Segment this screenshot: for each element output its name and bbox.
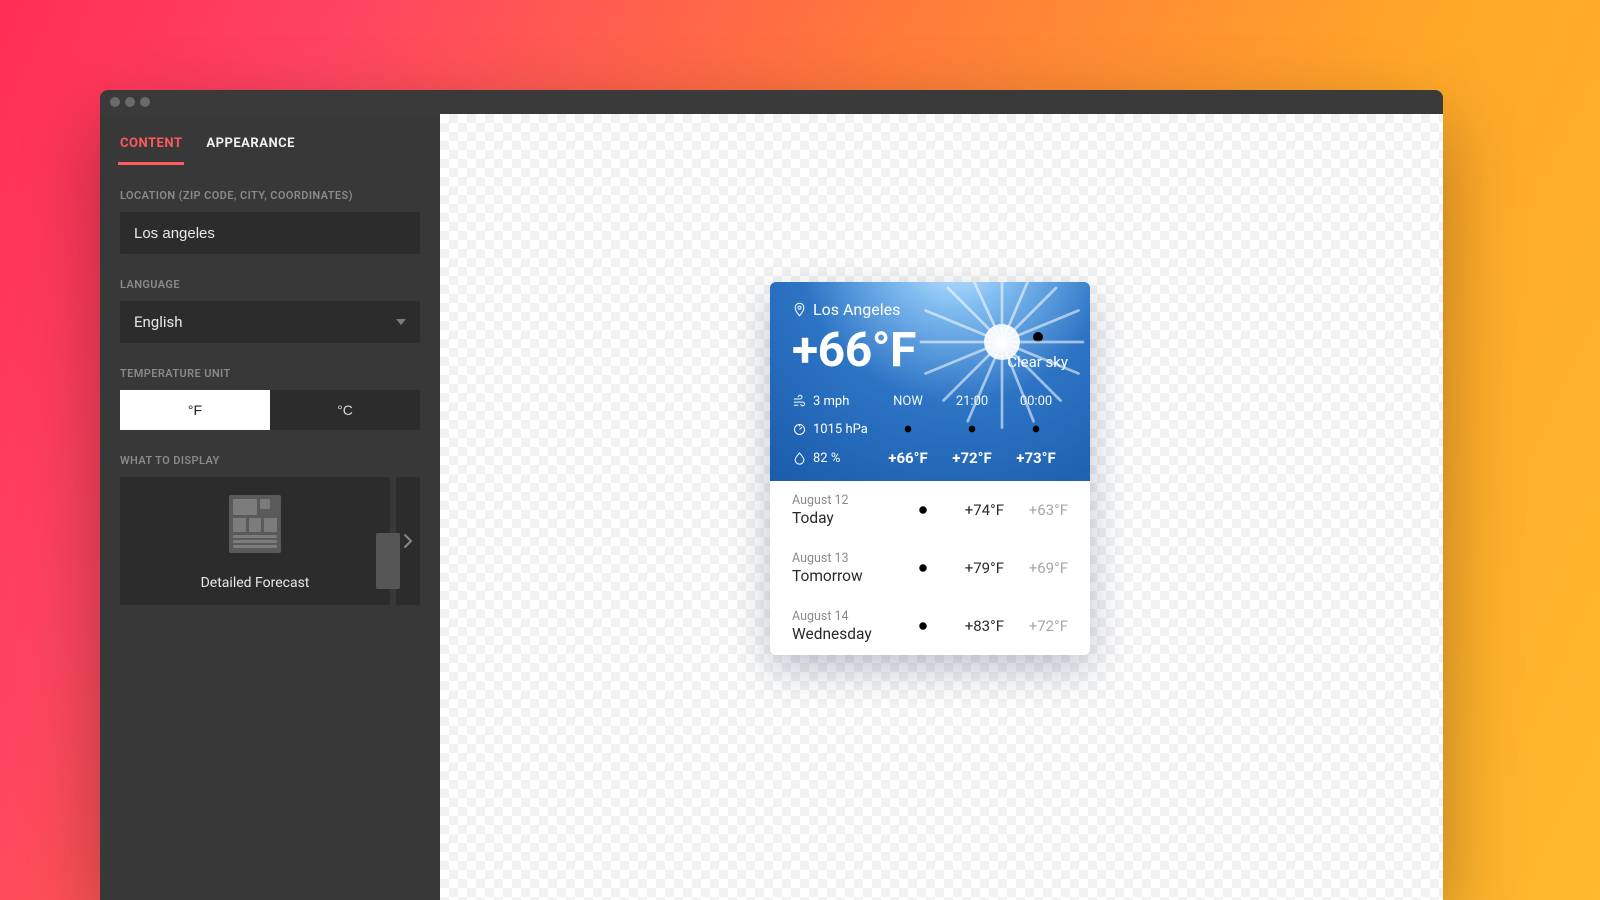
forecast-date: August 13 <box>792 551 902 566</box>
hour-temp-0: +66°F <box>876 449 940 467</box>
sun-icon <box>914 559 932 577</box>
settings-sidebar: CONTENT APPEARANCE LOCATION (ZIP CODE, C… <box>100 114 440 900</box>
tab-appearance[interactable]: APPEARANCE <box>206 136 295 151</box>
weather-wind-value: 3 mph <box>813 394 849 409</box>
weather-condition: Clear sky <box>1007 353 1068 371</box>
weather-humidity: 82 % <box>792 449 876 467</box>
forecast-day: Wednesday <box>792 625 902 643</box>
weather-pressure-value: 1015 hPa <box>813 422 868 437</box>
display-carousel-scrollbar-thumb[interactable] <box>376 533 400 589</box>
temperature-unit-toggle: °F °C <box>120 390 420 430</box>
unit-celsius-button[interactable]: °C <box>270 390 420 430</box>
forecast-row: August 13 Tomorrow +79°F +69°F <box>770 539 1090 597</box>
titlebar <box>100 90 1443 114</box>
weather-humidity-value: 82 % <box>813 451 840 466</box>
forecast-lo: +63°F <box>1008 501 1068 519</box>
forecast-hi: +74°F <box>944 501 1004 519</box>
humidity-icon <box>792 451 807 466</box>
sun-icon <box>1026 325 1050 349</box>
hour-temp-2: +73°F <box>1004 449 1068 467</box>
hour-temp-1: +72°F <box>940 449 1004 467</box>
tab-content-label: CONTENT <box>120 136 182 151</box>
forecast-hi: +79°F <box>944 559 1004 577</box>
unit-label: TEMPERATURE UNIT <box>120 367 420 380</box>
unit-fahrenheit-button[interactable]: °F <box>120 390 270 430</box>
forecast-day: Tomorrow <box>792 567 902 585</box>
window-minimize-dot[interactable] <box>125 97 135 107</box>
window-zoom-dot[interactable] <box>140 97 150 107</box>
display-option-label: Detailed Forecast <box>201 575 310 591</box>
weather-widget: Los Angeles +66°F Clear sky 3 mph <box>770 282 1090 655</box>
weather-location: Los Angeles <box>813 300 900 319</box>
hour-label-2: 00:00 <box>1004 394 1068 409</box>
forecast-day: Today <box>792 509 902 527</box>
weather-header: Los Angeles +66°F Clear sky 3 mph <box>770 282 1090 481</box>
language-select[interactable]: English <box>120 301 420 343</box>
weather-forecast: August 12 Today +74°F +63°F August 13 To… <box>770 481 1090 655</box>
window-close-dot[interactable] <box>110 97 120 107</box>
tab-content[interactable]: CONTENT <box>120 136 182 151</box>
preview-canvas: Los Angeles +66°F Clear sky 3 mph <box>440 114 1443 900</box>
sun-icon <box>914 501 932 519</box>
forecast-date: August 14 <box>792 609 902 624</box>
language-value: English <box>134 313 183 331</box>
display-option-detailed[interactable]: Detailed Forecast <box>120 477 390 605</box>
gauge-icon <box>792 422 807 437</box>
tab-active-underline <box>118 162 184 165</box>
forecast-row: August 12 Today +74°F +63°F <box>770 481 1090 539</box>
location-input[interactable] <box>120 212 420 254</box>
hour-label-1: 21:00 <box>940 394 1004 409</box>
tab-appearance-label: APPEARANCE <box>206 136 295 151</box>
language-label: LANGUAGE <box>120 278 420 291</box>
forecast-row: August 14 Wednesday +83°F +72°F <box>770 597 1090 655</box>
wind-icon <box>792 394 807 409</box>
location-pin-icon <box>792 302 807 317</box>
forecast-lo: +72°F <box>1008 617 1068 635</box>
forecast-lo: +69°F <box>1008 559 1068 577</box>
display-option-thumbnail <box>229 495 281 553</box>
sun-icon <box>1028 421 1044 437</box>
sun-icon <box>964 421 980 437</box>
display-label: WHAT TO DISPLAY <box>120 454 420 467</box>
weather-temperature: +66°F <box>792 321 916 378</box>
hour-label-0: NOW <box>876 394 940 409</box>
weather-pressure: 1015 hPa <box>792 421 876 437</box>
sun-icon <box>900 421 916 437</box>
forecast-hi: +83°F <box>944 617 1004 635</box>
weather-wind: 3 mph <box>792 394 876 409</box>
sun-icon <box>914 617 932 635</box>
chevron-right-icon <box>403 533 413 549</box>
location-label: LOCATION (ZIP CODE, CITY, COORDINATES) <box>120 189 420 202</box>
app-window: CONTENT APPEARANCE LOCATION (ZIP CODE, C… <box>100 90 1443 900</box>
forecast-date: August 12 <box>792 493 902 508</box>
